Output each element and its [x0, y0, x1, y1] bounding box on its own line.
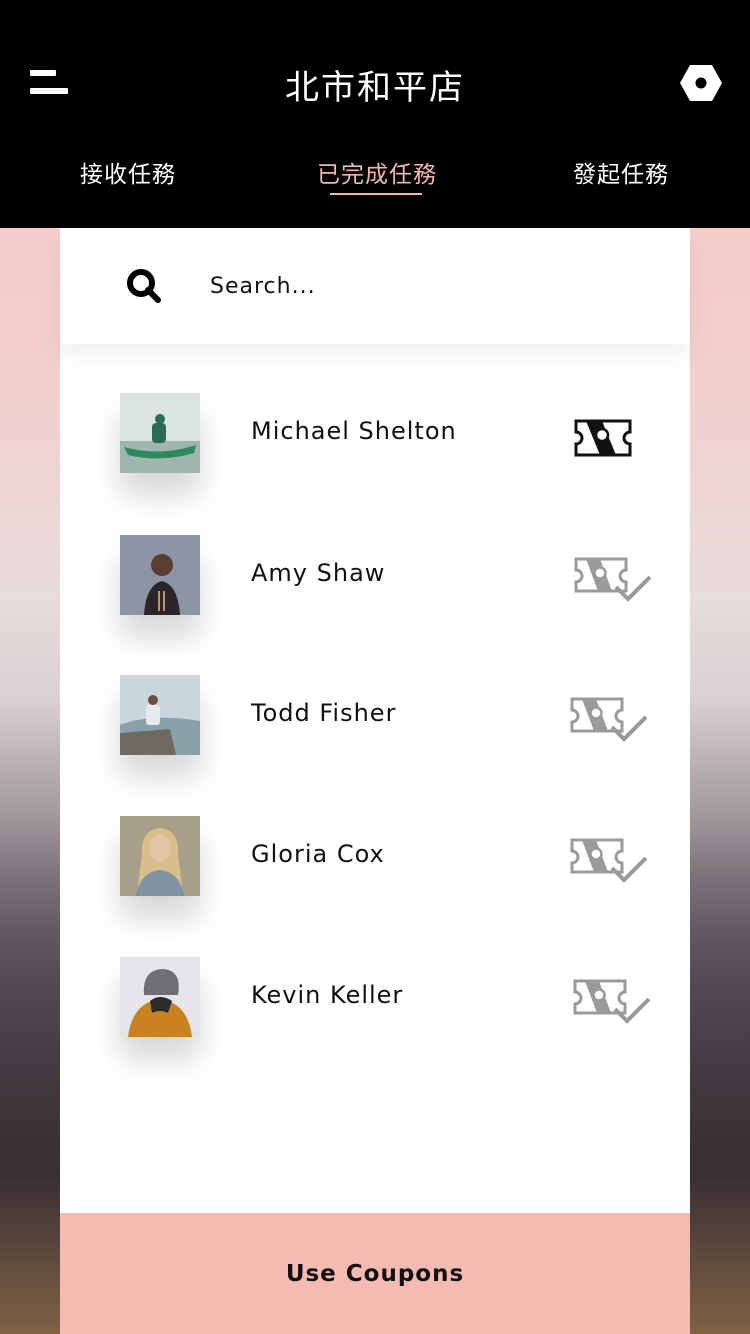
- search-bar: [60, 228, 690, 344]
- list-item[interactable]: Gloria Cox: [60, 816, 690, 916]
- list-item[interactable]: Todd Fisher: [60, 675, 690, 775]
- contact-name: Kevin Keller: [251, 981, 404, 1009]
- tab-initiated-tasks[interactable]: 發起任務: [573, 155, 669, 189]
- hex-nut-icon[interactable]: [680, 64, 722, 102]
- list-item[interactable]: Amy Shaw: [60, 535, 690, 635]
- background-forest-right: [690, 700, 750, 1334]
- contact-name: Gloria Cox: [251, 840, 385, 868]
- coupon-used-check-icon[interactable]: [571, 975, 651, 1031]
- list-item[interactable]: Kevin Keller: [60, 957, 690, 1057]
- search-icon[interactable]: [126, 268, 162, 304]
- content-panel: Michael Shelton Amy Shaw: [60, 228, 690, 1334]
- page-title: 北市和平店: [285, 68, 465, 108]
- contact-name: Michael Shelton: [251, 417, 457, 445]
- background-forest-left: [0, 700, 60, 1334]
- search-input[interactable]: [210, 266, 630, 306]
- tab-completed-tasks[interactable]: 已完成任務: [317, 155, 437, 189]
- task-tabs: 接收任務 已完成任務 發起任務: [0, 155, 750, 205]
- avatar: [120, 393, 200, 473]
- avatar: [120, 535, 200, 615]
- coupon-used-check-icon[interactable]: [568, 693, 648, 749]
- top-bar: 北市和平店 接收任務 已完成任務 發起任務: [0, 0, 750, 228]
- coupon-used-check-icon[interactable]: [572, 553, 652, 609]
- use-coupons-button[interactable]: Use Coupons: [60, 1213, 690, 1334]
- coupon-used-check-icon[interactable]: [568, 834, 648, 890]
- coupon-active-icon[interactable]: [572, 411, 652, 467]
- list-item[interactable]: Michael Shelton: [60, 393, 690, 493]
- avatar: [120, 816, 200, 896]
- avatar: [120, 675, 200, 755]
- contact-name: Amy Shaw: [251, 559, 386, 587]
- tab-received-tasks[interactable]: 接收任務: [80, 155, 176, 189]
- active-tab-indicator: [330, 193, 422, 195]
- avatar: [120, 957, 200, 1037]
- contact-name: Todd Fisher: [251, 699, 397, 727]
